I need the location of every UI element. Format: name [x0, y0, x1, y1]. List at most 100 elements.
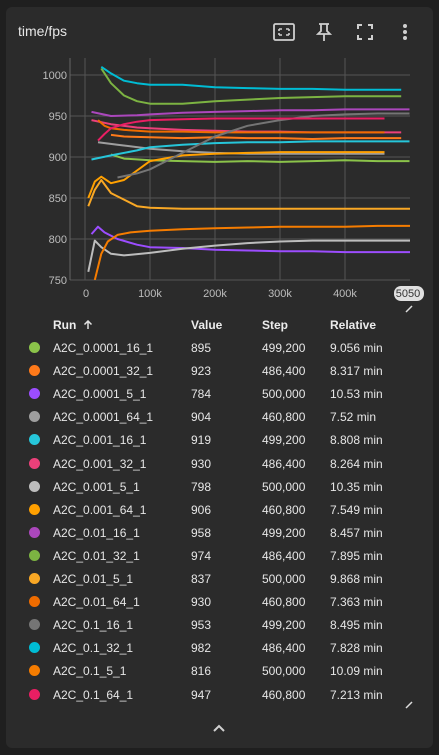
series-line-A2C_0.01_16_1[interactable] — [91, 108, 410, 117]
run-relative: 7.213 min — [330, 687, 383, 702]
run-color-swatch[interactable] — [29, 434, 40, 446]
run-step: 460,800 — [262, 410, 306, 425]
run-step: 500,000 — [262, 479, 306, 494]
run-color-swatch[interactable] — [29, 573, 40, 584]
table-row[interactable]: A2C_0.0001_16_1 895 499,200 9.056 min — [0, 341, 439, 364]
run-value: 930 — [191, 595, 212, 610]
run-color-swatch[interactable] — [29, 526, 40, 538]
run-color-swatch[interactable] — [29, 642, 40, 654]
table-row[interactable]: A2C_0.1_32_1 982 486,400 7.828 min — [0, 641, 439, 664]
x-tick-label: 200k — [203, 288, 227, 300]
run-relative: 8.457 min — [330, 525, 383, 540]
run-column-header[interactable]: Run — [53, 318, 93, 332]
table-row[interactable]: A2C_0.001_64_1 906 460,800 7.549 min — [0, 503, 439, 526]
y-tick-label: 750 — [49, 275, 67, 287]
more-menu-button[interactable] — [393, 20, 417, 44]
table-row[interactable]: A2C_0.001_16_1 919 499,200 8.808 min — [0, 433, 439, 456]
table-row[interactable]: A2C_0.01_5_1 837 500,000 9.868 min — [0, 572, 439, 595]
table-row[interactable]: A2C_0.001_5_1 798 500,000 10.35 min — [0, 480, 439, 503]
run-value: 784 — [191, 387, 212, 402]
run-color-swatch[interactable] — [29, 365, 40, 377]
run-value: 837 — [191, 572, 212, 586]
run-relative: 7.828 min — [330, 641, 383, 656]
sort-ascending-icon — [83, 319, 92, 329]
line-chart[interactable]: 1000 950 900 850 800 750 0 100k 200k 300k 400k 5050 — [36, 58, 426, 310]
more-vert-icon — [403, 24, 407, 40]
expand-button[interactable] — [208, 718, 230, 738]
run-color-swatch[interactable] — [29, 688, 40, 700]
run-value: 974 — [191, 548, 212, 563]
run-name: A2C_0.1_16_1 — [53, 618, 134, 633]
series-line-A2C_0.01_32_1[interactable] — [100, 67, 402, 105]
run-color-swatch[interactable] — [29, 388, 40, 400]
run-step: 499,200 — [262, 618, 306, 633]
run-name: A2C_0.001_64_1 — [53, 502, 147, 517]
y-tick-label: 900 — [49, 152, 67, 164]
run-step: 500,000 — [262, 387, 306, 402]
x-tick-label: 300k — [268, 288, 292, 300]
run-relative: 9.868 min — [330, 572, 383, 586]
value-column-header[interactable]: Value — [191, 318, 222, 332]
run-name: A2C_0.001_32_1 — [53, 456, 147, 471]
run-name: A2C_0.01_5_1 — [53, 572, 134, 586]
run-color-swatch[interactable] — [29, 411, 40, 423]
x-tick-label: 5050 — [396, 288, 420, 300]
table-row[interactable]: A2C_0.1_16_1 953 499,200 8.495 min — [0, 618, 439, 641]
run-color-swatch[interactable] — [29, 665, 40, 677]
fit-domain-icon — [273, 23, 295, 41]
run-relative: 8.317 min — [330, 364, 383, 379]
run-relative: 10.35 min — [330, 479, 383, 494]
pin-icon — [316, 23, 332, 41]
run-step: 499,200 — [262, 341, 306, 355]
run-value: 953 — [191, 618, 212, 633]
run-relative: 7.895 min — [330, 548, 383, 563]
run-color-swatch[interactable] — [29, 503, 40, 515]
run-color-swatch[interactable] — [29, 480, 40, 492]
run-step: 500,000 — [262, 664, 306, 679]
table-row[interactable]: A2C_0.0001_32_1 923 486,400 8.317 min — [0, 364, 439, 387]
run-color-swatch[interactable] — [29, 342, 40, 353]
relative-column-header[interactable]: Relative — [330, 318, 376, 332]
series-line-A2C_0.1_32_1[interactable] — [100, 65, 402, 91]
run-step: 486,400 — [262, 456, 306, 471]
run-relative: 10.53 min — [330, 387, 383, 402]
fullscreen-button[interactable] — [353, 20, 377, 44]
run-name: A2C_0.001_16_1 — [53, 433, 147, 448]
table-row[interactable]: A2C_0.001_32_1 930 486,400 8.264 min — [0, 457, 439, 480]
series-line-A2C_0.0001_32_1[interactable] — [110, 133, 402, 140]
table-row[interactable]: A2C_0.01_32_1 974 486,400 7.895 min — [0, 549, 439, 572]
step-column-header[interactable]: Step — [262, 318, 288, 332]
series-group — [87, 65, 410, 280]
table-row[interactable]: A2C_0.0001_64_1 904 460,800 7.52 min — [0, 410, 439, 433]
table-resize-handle-icon[interactable] — [405, 701, 413, 709]
run-value: 930 — [191, 456, 212, 471]
run-value: 816 — [191, 664, 212, 679]
y-tick-label: 800 — [49, 234, 67, 246]
series-line-A2C_0.01_5_1[interactable] — [87, 179, 410, 210]
chart-resize-handle-icon[interactable] — [405, 305, 413, 313]
run-relative: 8.808 min — [330, 433, 383, 448]
run-step: 499,200 — [262, 525, 306, 540]
run-color-swatch[interactable] — [29, 549, 40, 561]
run-value: 982 — [191, 641, 212, 656]
run-color-swatch[interactable] — [29, 596, 40, 608]
table-row[interactable]: A2C_0.01_64_1 930 460,800 7.363 min — [0, 595, 439, 618]
pin-button[interactable] — [312, 20, 336, 44]
y-tick-label: 850 — [49, 193, 67, 205]
table-row[interactable]: A2C_0.01_16_1 958 499,200 8.457 min — [0, 526, 439, 549]
run-step: 460,800 — [262, 502, 306, 517]
run-name: A2C_0.0001_32_1 — [53, 364, 154, 379]
run-color-swatch[interactable] — [29, 619, 40, 631]
run-step: 460,800 — [262, 595, 306, 610]
run-name: A2C_0.01_32_1 — [53, 548, 140, 563]
run-relative: 8.495 min — [330, 618, 383, 633]
table-row[interactable]: A2C_0.0001_5_1 784 500,000 10.53 min — [0, 387, 439, 410]
fit-domain-button[interactable] — [272, 20, 296, 44]
run-color-swatch[interactable] — [29, 457, 40, 469]
table-row[interactable]: A2C_0.1_64_1 947 460,800 7.213 min — [0, 688, 439, 711]
run-relative: 7.549 min — [330, 502, 383, 517]
run-value: 906 — [191, 502, 212, 517]
run-relative: 10.09 min — [330, 664, 383, 679]
run-value: 798 — [191, 479, 212, 494]
table-row[interactable]: A2C_0.1_5_1 816 500,000 10.09 min — [0, 664, 439, 687]
